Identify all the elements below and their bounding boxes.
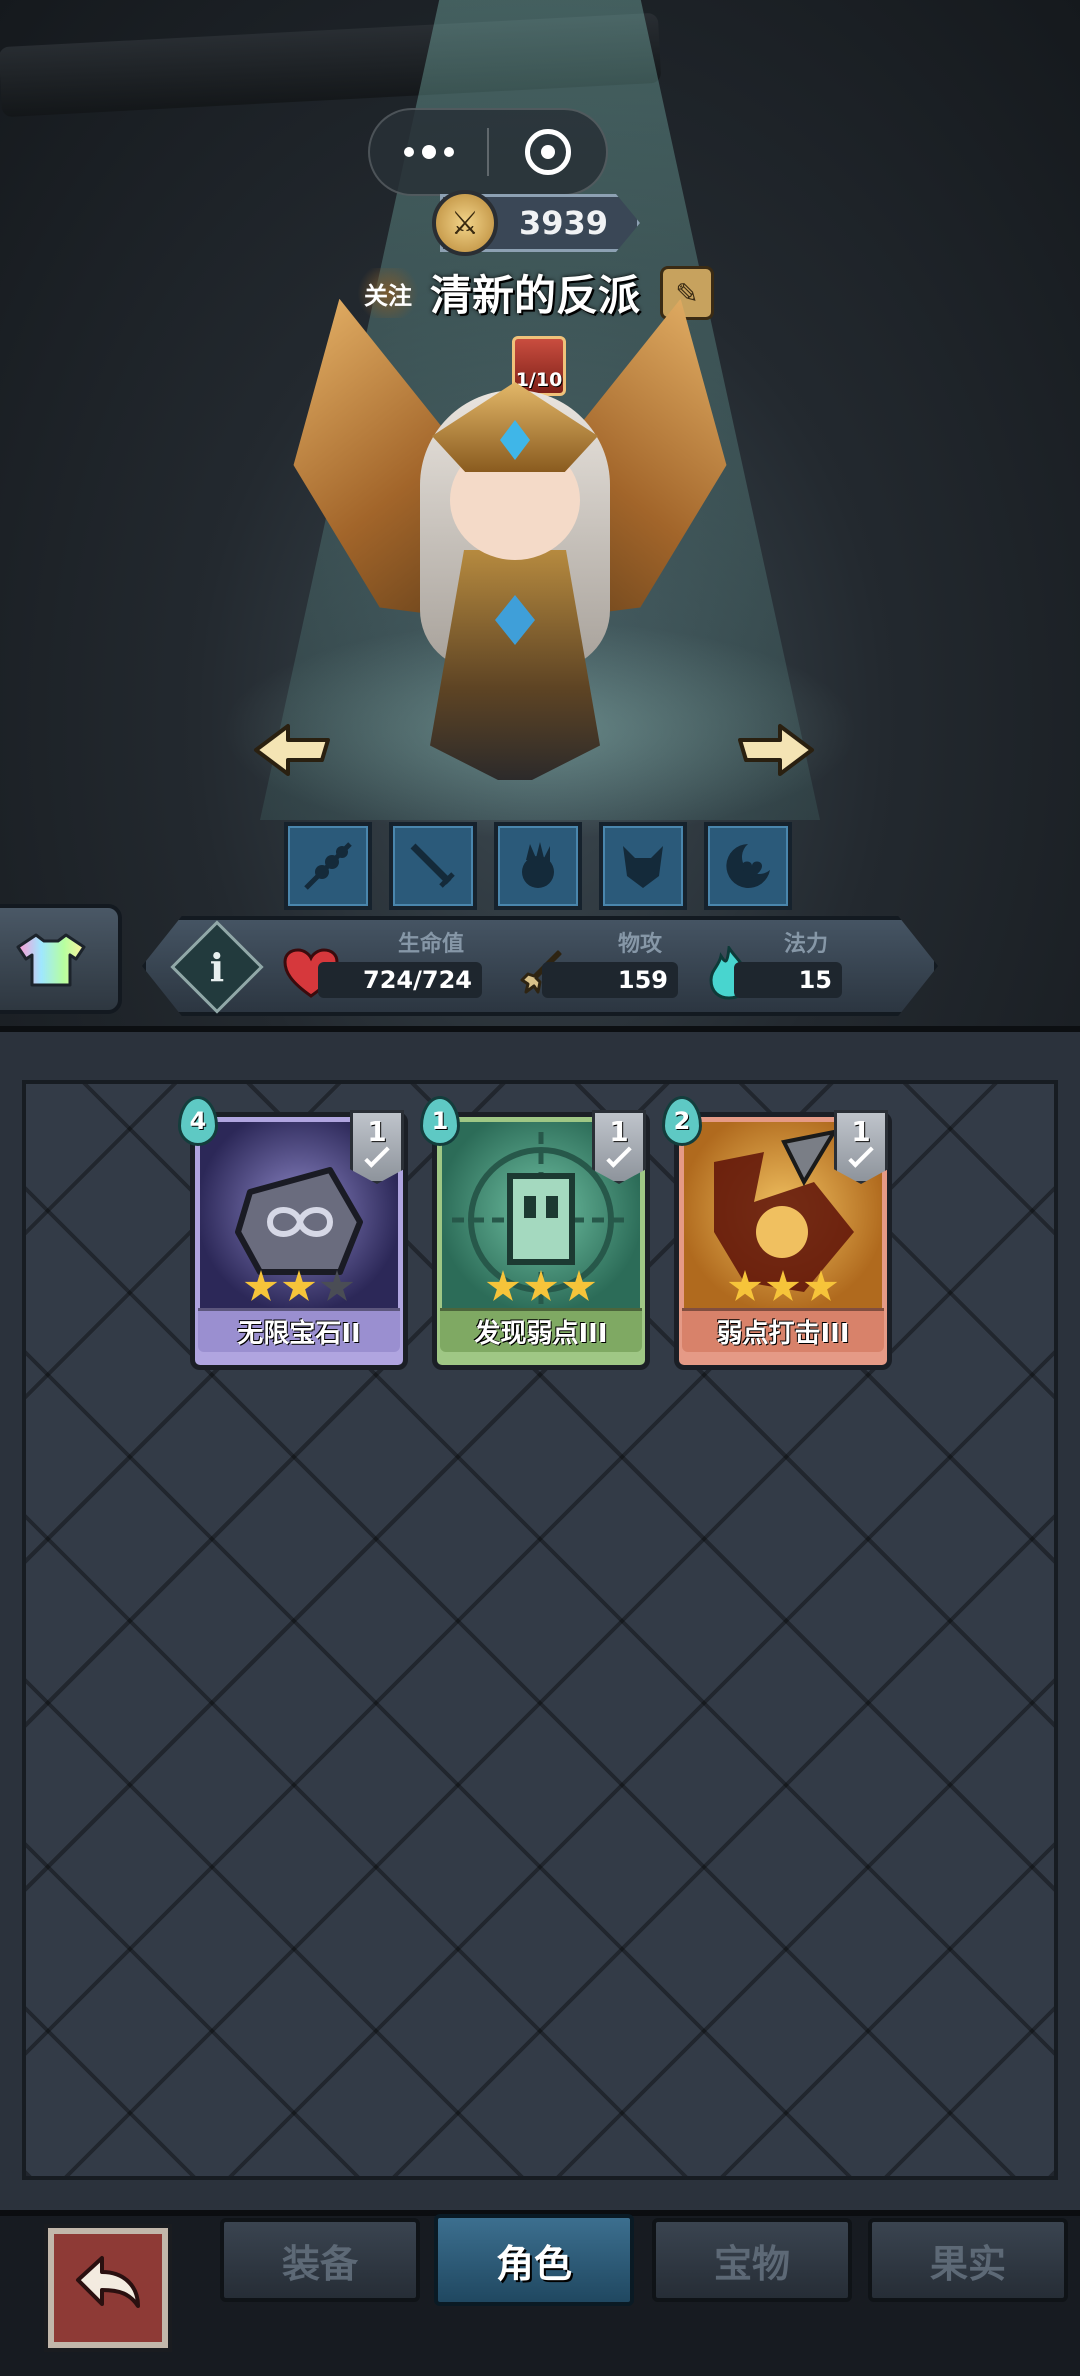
star-icon (320, 1270, 354, 1301)
tab-treasure[interactable]: 宝物 (652, 2218, 852, 2302)
close-miniprogram-button[interactable] (489, 110, 606, 194)
attack-value: 159 (542, 962, 678, 998)
card-count-badge: 1 (834, 1110, 888, 1184)
more-menu-button[interactable] (370, 110, 487, 194)
card-weakness-strike[interactable]: 弱点打击III 2 1 (662, 1096, 892, 1370)
star-icon (486, 1270, 520, 1301)
skill-slot-1[interactable] (284, 822, 372, 910)
next-hero-arrow-icon[interactable] (736, 722, 816, 778)
star-rating (482, 1270, 600, 1304)
tab-character[interactable]: 角色 (434, 2214, 634, 2306)
star-rating (240, 1270, 358, 1304)
card-name: 无限宝石II (198, 1308, 400, 1352)
shirt-icon (16, 933, 86, 987)
card-count-badge: 1 (350, 1110, 404, 1184)
wardrobe-button[interactable] (0, 904, 122, 1014)
skill-slot-5[interactable] (704, 822, 792, 910)
more-dots-icon (403, 145, 454, 159)
attack-label: 物攻 (618, 932, 663, 957)
tab-fruit[interactable]: 果实 (868, 2218, 1068, 2302)
star-icon (562, 1270, 596, 1301)
star-icon (244, 1270, 278, 1301)
back-arrow-icon (76, 2256, 140, 2308)
card-name: 发现弱点III (440, 1308, 642, 1352)
skill-slot-2[interactable] (389, 822, 477, 910)
sword-skill-icon (410, 843, 455, 888)
mana-value: 15 (734, 962, 842, 998)
card-name: 弱点打击III (682, 1308, 884, 1352)
combat-power-value: 3939 (519, 204, 609, 242)
hero-character[interactable] (300, 250, 720, 810)
card-count-badge: 1 (592, 1110, 646, 1184)
target-close-icon (524, 129, 571, 175)
card-find-weakness[interactable]: 发现弱点III 1 1 (420, 1096, 650, 1370)
star-icon (728, 1270, 762, 1301)
skill-slot-3[interactable] (494, 822, 582, 910)
card-infinite-gem[interactable]: 无限宝石II 4 1 (178, 1096, 408, 1370)
skill-bar (284, 822, 792, 910)
info-icon: i (209, 944, 225, 990)
skill-slot-4[interactable] (599, 822, 687, 910)
back-button[interactable] (44, 2224, 172, 2352)
star-icon (804, 1270, 838, 1301)
hp-label: 生命值 (398, 932, 465, 957)
previous-hero-arrow-icon[interactable] (252, 722, 332, 778)
moon-heart-skill-icon (726, 844, 770, 888)
star-icon (766, 1270, 800, 1301)
mana-label: 法力 (784, 932, 829, 957)
tab-equipment[interactable]: 装备 (220, 2218, 420, 2302)
skewer-skill-icon (304, 842, 352, 890)
hp-value: 724/724 (318, 962, 482, 998)
sword-power-icon: ⚔ (432, 190, 498, 256)
spirit-skill-icon (522, 842, 554, 888)
star-icon (524, 1270, 558, 1301)
miniprogram-capsule (368, 108, 608, 196)
star-rating (724, 1270, 842, 1304)
star-icon (282, 1270, 316, 1301)
demon-skill-icon (623, 846, 663, 888)
